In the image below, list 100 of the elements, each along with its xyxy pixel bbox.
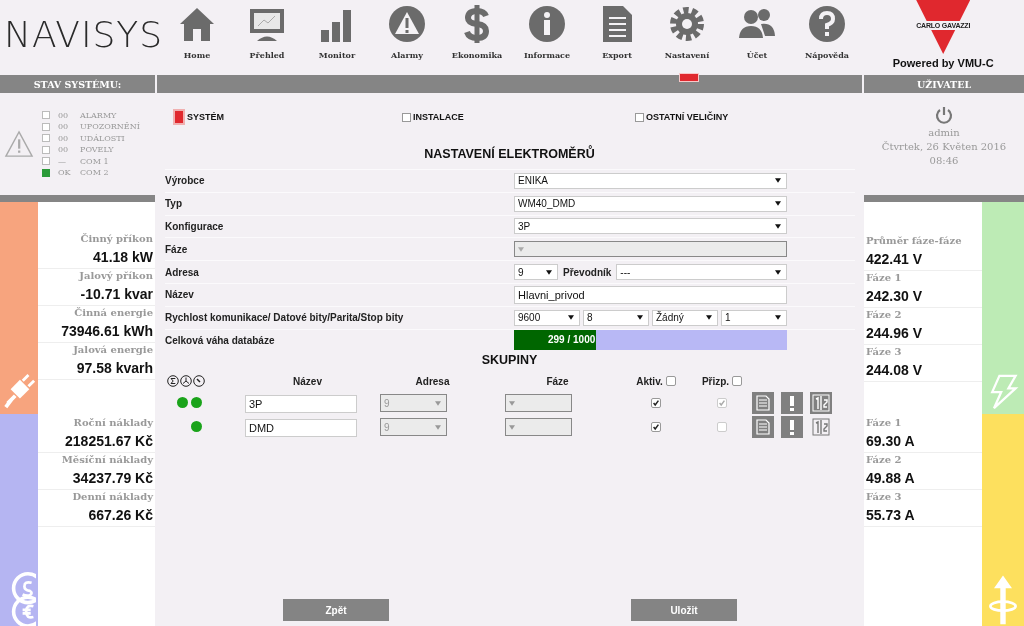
status-count: OK xyxy=(58,168,72,178)
metric-label: Činný příkon xyxy=(79,233,153,244)
alert-button[interactable] xyxy=(781,392,803,415)
caret-icon xyxy=(775,178,781,184)
form-title: NASTAVENÍ ELEKTROMĚRŮ xyxy=(423,147,596,163)
caret-icon xyxy=(518,246,524,252)
metric-label: Fáze 3 xyxy=(866,346,903,357)
status-label: ALARMY xyxy=(80,110,117,120)
status-label: UPOZORNĚNÍ xyxy=(80,122,140,132)
swap-icon xyxy=(811,393,831,414)
document-button[interactable] xyxy=(752,392,774,415)
caret-icon xyxy=(435,400,441,406)
metric-value: 73946.61 kWh xyxy=(60,323,153,339)
dropdown[interactable]: --- xyxy=(616,264,787,281)
checkbox[interactable] xyxy=(717,398,727,409)
input-field[interactable]: Hlavni_privod xyxy=(514,285,787,304)
alert-button[interactable] xyxy=(781,416,803,439)
checkbox[interactable] xyxy=(717,422,727,433)
field-label: Výrobce xyxy=(165,175,206,187)
tab[interactable]: OSTATNÍ VELIČINY xyxy=(635,110,729,124)
caret-icon xyxy=(706,315,712,321)
progress-reading: 299 / 1000 xyxy=(548,334,596,346)
column-header: Fáze xyxy=(545,375,570,387)
input-field[interactable]: 3P xyxy=(245,394,357,413)
status-label: COM 2 xyxy=(80,168,109,178)
nav-item[interactable]: Nastavení xyxy=(652,0,722,75)
nav-item[interactable]: Export xyxy=(582,0,652,75)
nav-item[interactable]: Nápověda xyxy=(792,0,862,75)
warning-icon xyxy=(4,130,34,158)
metric-value: 69.30 A xyxy=(866,433,916,449)
dropdown[interactable]: 1 xyxy=(721,309,787,326)
metric-value: 97.58 kvarh xyxy=(75,360,153,376)
metric-value: 55.73 A xyxy=(866,507,916,523)
caret-icon xyxy=(637,315,643,321)
checkbox[interactable] xyxy=(732,375,743,386)
nav-item[interactable]: Účet xyxy=(722,0,792,75)
dropdown[interactable] xyxy=(505,394,572,413)
settings-icon xyxy=(667,4,707,44)
metric-label: Činná energie xyxy=(73,307,153,318)
caret-icon xyxy=(509,424,515,430)
field-label: Převodník xyxy=(563,266,612,278)
dropdown[interactable] xyxy=(505,418,572,437)
checkbox[interactable] xyxy=(651,398,661,409)
field-label: Rychlost komunikace/ Datové bity/Parita/Stop bity xyxy=(165,312,405,324)
caret-icon xyxy=(435,424,441,430)
nav-item[interactable]: Monitor xyxy=(302,0,372,75)
user-name: admin xyxy=(928,126,960,140)
status-label: COM 1 xyxy=(80,156,109,166)
gauge-icon xyxy=(193,375,205,388)
nav-item[interactable]: Ekonomika xyxy=(442,0,512,75)
metric-label: Denní náklady xyxy=(71,491,153,502)
field-label: Fáze xyxy=(165,243,189,255)
dropdown[interactable]: Žádný xyxy=(652,309,718,326)
date-text: Čtvrtek, 26 Květen 2016 xyxy=(881,140,1007,154)
document-icon xyxy=(753,393,773,414)
caret-icon xyxy=(775,224,781,229)
time-text: 08:46 xyxy=(929,154,959,168)
metric-value: 244.08 V xyxy=(866,362,924,378)
metric-label: Fáze 2 xyxy=(866,454,903,465)
status-count: — xyxy=(58,156,67,166)
dropdown[interactable]: 8 xyxy=(583,309,649,326)
navisys-logo: NAVISYS xyxy=(3,14,160,55)
checkbox[interactable] xyxy=(665,375,676,386)
caret-icon xyxy=(775,201,781,207)
field-label: Konfigurace xyxy=(165,221,225,232)
metric-label: Jalový příkon xyxy=(77,270,153,281)
metric-value: 34237.79 Kč xyxy=(71,470,153,486)
swap-button[interactable] xyxy=(810,392,832,415)
swap-button[interactable] xyxy=(810,416,832,439)
dropdown[interactable]: 3P xyxy=(514,218,787,235)
caret-icon xyxy=(775,315,781,321)
tab[interactable]: SYSTÉM xyxy=(173,110,402,124)
action-button[interactable]: Zpět xyxy=(283,599,389,621)
dropdown[interactable]: 9600 xyxy=(514,309,580,326)
field-label: Celková váha databáze xyxy=(165,334,276,346)
nav-item[interactable]: Přehled xyxy=(232,0,302,75)
document-button[interactable] xyxy=(752,416,774,439)
metric-label: Fáze 1 xyxy=(866,272,903,283)
caret-icon xyxy=(775,269,781,275)
power-icon[interactable] xyxy=(934,105,954,125)
dropdown[interactable]: ENIKA xyxy=(514,172,787,189)
input-field[interactable]: DMD xyxy=(245,418,357,437)
caret-icon xyxy=(546,269,552,275)
tab[interactable]: INSTALACE xyxy=(402,110,635,124)
section-header: STAV SYSTÉMU: xyxy=(0,75,155,93)
status-label: UDÁLOSTI xyxy=(80,133,125,143)
nav-item[interactable]: Alarmy xyxy=(372,0,442,75)
plug-icon xyxy=(2,374,36,410)
nav-item[interactable]: Home xyxy=(162,0,232,75)
caret-icon xyxy=(568,315,574,321)
dropdown[interactable]: WM40_DMD xyxy=(514,195,787,212)
dropdown[interactable]: 9 xyxy=(514,264,558,281)
metric-label: Fáze 1 xyxy=(866,417,903,428)
column-header: Aktiv. xyxy=(636,375,663,387)
action-button[interactable]: Uložit xyxy=(631,599,737,621)
nav-item[interactable]: Informace xyxy=(512,0,582,75)
metric-value: -10.71 kvar xyxy=(79,286,153,302)
field-label: Typ xyxy=(165,198,184,210)
warning-icon xyxy=(387,4,427,44)
checkbox[interactable] xyxy=(651,422,661,433)
